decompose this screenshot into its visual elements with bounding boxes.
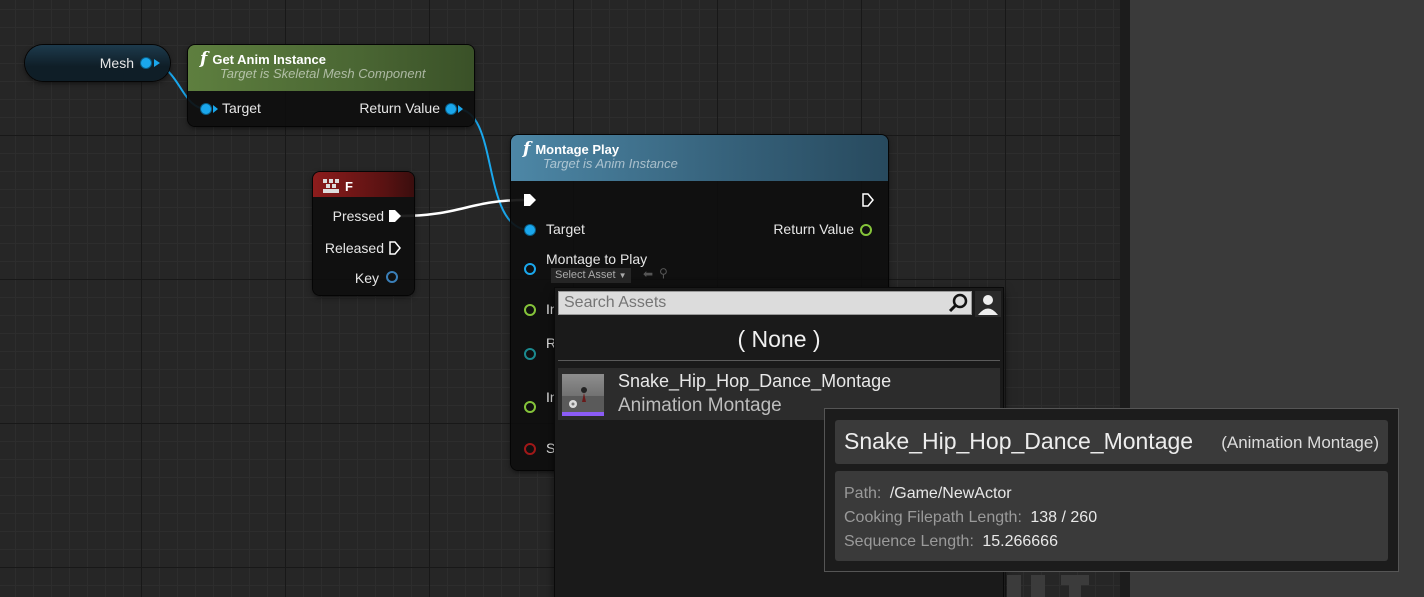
animation-montage-thumbnail-icon (562, 387, 604, 412)
released-label: Released (324, 240, 384, 256)
node-header: f Get Anim Instance Target is Skeletal Me… (188, 45, 474, 91)
mesh-output-pin[interactable] (141, 58, 151, 68)
return-value-label: Return Value (359, 100, 440, 116)
s-pin[interactable] (524, 443, 536, 455)
key-f-event-node[interactable]: F Pressed Released Key (313, 172, 414, 295)
tooltip-header: Snake_Hip_Hop_Dance_Montage (Animation M… (835, 420, 1388, 464)
select-asset-dropdown[interactable]: Select Asset ▼ (551, 268, 631, 283)
pin-arrow-icon (458, 105, 463, 113)
montage-input-pin[interactable] (524, 263, 536, 275)
mesh-variable-node[interactable]: Mesh (25, 45, 170, 81)
exec-input-pin[interactable] (524, 193, 536, 207)
r-pin[interactable] (524, 348, 536, 360)
tooltip-asset-name: Snake_Hip_Hop_Dance_Montage (844, 428, 1194, 454)
use-selected-arrow-icon[interactable]: ⬅ (643, 267, 653, 281)
node-title: F (345, 179, 353, 194)
path-value: /Game/NewActor (889, 485, 1012, 502)
asset-thumbnail (562, 374, 604, 416)
montage-to-play-label: Montage to Play (546, 251, 648, 267)
search-box[interactable] (558, 291, 972, 315)
none-option[interactable]: ( None ) (558, 320, 1000, 361)
return-value-pin[interactable] (446, 104, 456, 114)
node-subtitle: Target is Skeletal Mesh Component (220, 66, 426, 81)
user-icon (978, 295, 998, 315)
pin-arrow-icon (213, 105, 218, 113)
search-icon[interactable] (948, 293, 968, 313)
asset-type: Animation Montage (618, 395, 782, 416)
sequence-value: 15.266666 (982, 533, 1058, 550)
browse-search-icon[interactable]: ⚲ (659, 266, 668, 280)
graph-watermark (1007, 575, 1089, 597)
node-header: f Montage Play Target is Anim Instance (511, 135, 888, 181)
chevron-down-icon: ▼ (618, 271, 627, 280)
in-pin-1[interactable] (524, 304, 536, 316)
search-input[interactable] (564, 291, 944, 315)
cooking-row: Cooking Filepath Length: 138 / 260 (844, 506, 1097, 530)
keyboard-icon (323, 178, 339, 193)
target-label: Target (222, 100, 261, 116)
function-icon: f (200, 49, 208, 69)
cooking-value: 138 / 260 (1030, 509, 1098, 526)
path-label: Path: (844, 485, 882, 502)
exec-output-pin[interactable] (862, 193, 874, 207)
select-asset-label: Select Asset (555, 269, 616, 281)
key-output-pin[interactable] (386, 271, 398, 283)
return-value-pin[interactable] (860, 224, 872, 236)
node-header: F (313, 172, 414, 197)
sequence-row: Sequence Length: 15.266666 (844, 530, 1097, 554)
asset-name: Snake_Hip_Hop_Dance_Montage (618, 371, 892, 391)
get-anim-instance-node[interactable]: f Get Anim Instance Target is Skeletal Me… (188, 45, 474, 126)
tooltip-details: Path: /Game/NewActor Cooking Filepath Le… (835, 471, 1388, 561)
mesh-label: Mesh (99, 55, 134, 71)
node-title: Montage Play (535, 142, 620, 157)
cooking-label: Cooking Filepath Length: (844, 509, 1022, 526)
user-filter-button[interactable] (975, 291, 1001, 317)
tooltip-asset-type: (Animation Montage) (1221, 433, 1379, 452)
pressed-label: Pressed (332, 208, 384, 224)
pin-arrow-icon (154, 59, 160, 67)
key-label: Key (354, 270, 379, 286)
target-input-pin[interactable] (525, 225, 535, 235)
node-title: Get Anim Instance (212, 52, 326, 67)
path-row: Path: /Game/NewActor (844, 482, 1097, 506)
none-label: ( None ) (737, 326, 821, 352)
node-subtitle: Target is Anim Instance (543, 156, 678, 171)
sequence-label: Sequence Length: (844, 533, 974, 550)
function-icon: f (523, 139, 531, 159)
released-exec-pin[interactable] (389, 241, 401, 255)
in-pin-2[interactable] (524, 401, 536, 413)
return-value-label: Return Value (773, 221, 854, 237)
s-pin-label: S (546, 440, 556, 456)
target-label: Target (546, 221, 585, 237)
target-input-pin[interactable] (201, 104, 211, 114)
pressed-exec-pin[interactable] (389, 209, 401, 223)
asset-tooltip: Snake_Hip_Hop_Dance_Montage (Animation M… (825, 409, 1398, 571)
